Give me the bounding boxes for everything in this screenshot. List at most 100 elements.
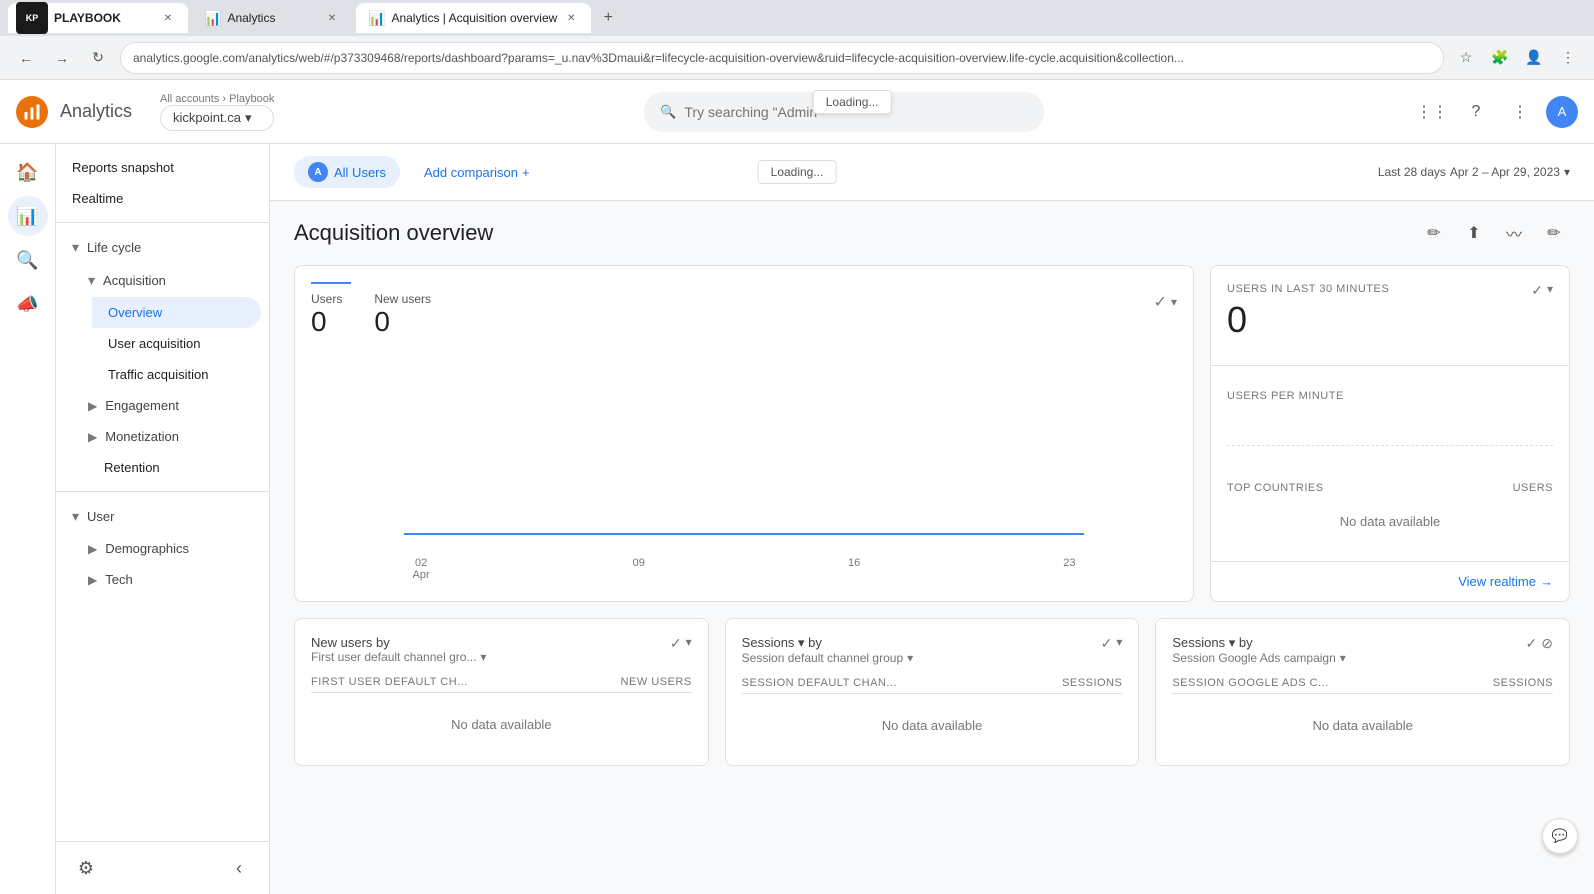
date-range[interactable]: Last 28 days Apr 2 – Apr 29, 2023 ▾ xyxy=(1378,165,1570,179)
bottom-card-2-table-header: SESSION DEFAULT CHAN... SESSIONS xyxy=(742,673,1123,694)
page-actions: ✏ ⬆ 〰 ✏ xyxy=(1418,217,1570,249)
bottom-card-3-subtitle[interactable]: Session Google Ads campaign ▾ xyxy=(1172,651,1345,665)
edit-icon[interactable]: ✏ xyxy=(1418,217,1450,249)
kickpoint-tab-close[interactable]: ✕ xyxy=(160,10,176,26)
engagement-section: ▶ Engagement xyxy=(56,390,269,421)
user-acquisition-label: User acquisition xyxy=(108,336,201,351)
bc3-col2-label: SESSIONS xyxy=(1493,677,1553,689)
more-options-icon[interactable]: ⋮ xyxy=(1502,94,1538,130)
browser-chrome: KP PLAYBOOK ✕ 📊 Analytics ✕ 📊 Analytics … xyxy=(0,0,1594,36)
view-realtime-label: View realtime xyxy=(1458,574,1536,589)
profile-icon[interactable]: 👤 xyxy=(1520,44,1548,72)
add-comparison-button[interactable]: Add comparison + xyxy=(412,159,542,186)
metric-new-users-value: 0 xyxy=(374,306,431,338)
analytics1-tab-close[interactable]: ✕ xyxy=(324,10,340,26)
bottom-card-sessions: Sessions ▾ by Session default channel gr… xyxy=(725,618,1140,766)
pencil-icon[interactable]: ✏ xyxy=(1538,217,1570,249)
acquisition-label: Acquisition xyxy=(103,273,166,288)
bc2-no-data: No data available xyxy=(742,702,1123,749)
lifecycle-section-header[interactable]: ▾ Life cycle xyxy=(56,231,269,264)
dropdown-icon[interactable]: ▾ xyxy=(1171,295,1177,309)
extensions-icon[interactable]: 🧩 xyxy=(1486,44,1514,72)
view-realtime-link[interactable]: View realtime → xyxy=(1211,561,1569,601)
bottom-card-1-subtitle[interactable]: First user default channel gro... ▾ xyxy=(311,650,486,664)
bc3-filter-icon[interactable]: ⊘ xyxy=(1541,635,1553,652)
share-icon[interactable]: ⬆ xyxy=(1458,217,1490,249)
bottom-card-google-ads: Sessions ▾ by Session Google Ads campaig… xyxy=(1155,618,1570,766)
sidebar-item-overview[interactable]: Overview xyxy=(92,297,261,328)
tab-kickpoint[interactable]: KP PLAYBOOK ✕ xyxy=(8,3,188,33)
bottom-card-1-header: New users by First user default channel … xyxy=(311,635,692,664)
lifecycle-collapse-icon: ▾ xyxy=(72,239,79,256)
reports-snapshot-label: Reports snapshot xyxy=(72,160,174,175)
settings-button[interactable]: ⚙ xyxy=(68,850,104,886)
user-section-header[interactable]: ▾ User xyxy=(56,500,269,533)
sidebar-item-retention[interactable]: Retention xyxy=(88,452,261,483)
chart-labels: 02 Apr 09 16 23 xyxy=(303,557,1185,581)
date-prefix: Last 28 days xyxy=(1378,165,1446,179)
bc1-dropdown-icon[interactable]: ▾ xyxy=(686,635,692,652)
home-nav-icon[interactable]: 🏠 xyxy=(8,152,48,192)
acquisition-header[interactable]: ▾ Acquisition xyxy=(72,264,269,297)
sidebar-item-traffic-acquisition[interactable]: Traffic acquisition xyxy=(92,359,261,390)
collapse-sidebar-button[interactable]: ‹ xyxy=(221,850,257,886)
account-chevron: ▾ xyxy=(245,110,252,126)
app-header: Analytics All accounts › Playbook kickpo… xyxy=(0,80,1594,144)
main-layout: 🏠 📊 🔍 📣 Reports snapshot Realtime ▾ Life… xyxy=(0,144,1594,894)
advertising-nav-icon[interactable]: 📣 xyxy=(8,284,48,324)
sidebar-item-user-acquisition[interactable]: User acquisition xyxy=(92,328,261,359)
traffic-acquisition-label: Traffic acquisition xyxy=(108,367,208,382)
chat-bubble[interactable]: 💬 xyxy=(1542,818,1578,854)
side-card-divider xyxy=(1211,365,1569,366)
bottom-card-3-dropdown[interactable]: ▾ xyxy=(1340,651,1346,665)
sidebar-divider-1 xyxy=(56,222,269,223)
side-dropdown-icon[interactable]: ▾ xyxy=(1547,282,1553,299)
engagement-header[interactable]: ▶ Engagement xyxy=(72,390,269,421)
sidebar-item-realtime[interactable]: Realtime xyxy=(56,183,261,214)
address-bar[interactable]: analytics.google.com/analytics/web/#/p37… xyxy=(120,42,1444,74)
all-users-label: All Users xyxy=(334,165,386,180)
bc2-dropdown-icon[interactable]: ▾ xyxy=(1116,635,1122,652)
bottom-card-2-header: Sessions ▾ by Session default channel gr… xyxy=(742,635,1123,665)
account-selector[interactable]: kickpoint.ca ▾ xyxy=(160,105,274,131)
bottom-card-1-dropdown[interactable]: ▾ xyxy=(480,650,486,664)
bottom-card-new-users: New users by First user default channel … xyxy=(294,618,709,766)
tab-analytics1[interactable]: 📊 Analytics ✕ xyxy=(192,3,352,33)
back-button[interactable]: ← xyxy=(12,44,40,72)
grid-icon[interactable]: ⋮⋮ xyxy=(1414,94,1450,130)
all-users-chip[interactable]: A All Users xyxy=(294,156,400,188)
new-tab-button[interactable]: + xyxy=(595,5,621,31)
bc3-no-data: No data available xyxy=(1172,702,1553,749)
app-container: Analytics All accounts › Playbook kickpo… xyxy=(0,80,1594,894)
bottom-card-2-subtitle[interactable]: Session default channel group ▾ xyxy=(742,651,913,665)
bookmark-icon[interactable]: ☆ xyxy=(1452,44,1480,72)
help-icon[interactable]: ? xyxy=(1458,94,1494,130)
reload-button[interactable]: ↻ xyxy=(84,44,112,72)
metric-new-users: New users 0 xyxy=(374,292,431,338)
tab-analytics2[interactable]: 📊 Analytics | Acquisition overview ✕ xyxy=(356,3,591,33)
forward-button[interactable]: → xyxy=(48,44,76,72)
tab-indicator xyxy=(311,282,351,284)
explore-nav-icon[interactable]: 🔍 xyxy=(8,240,48,280)
bottom-card-3-subtitle-text: Session Google Ads campaign xyxy=(1172,651,1335,665)
monetization-header[interactable]: ▶ Monetization xyxy=(72,421,269,452)
all-users-icon: A xyxy=(308,162,328,182)
mini-chart xyxy=(1227,406,1553,446)
sidebar-item-reports-snapshot[interactable]: Reports snapshot xyxy=(56,152,261,183)
sidebar-content: Reports snapshot Realtime ▾ Life cycle ▾… xyxy=(56,144,269,841)
metric-new-users-label: New users xyxy=(374,292,431,306)
bottom-card-2-dropdown[interactable]: ▾ xyxy=(907,651,913,665)
lifecycle-label: Life cycle xyxy=(87,240,141,255)
top-countries-label: TOP COUNTRIES xyxy=(1227,482,1324,494)
analytics2-tab-close[interactable]: ✕ xyxy=(563,10,579,26)
bottom-card-2-controls: ✓ ▾ xyxy=(1101,635,1123,652)
reports-nav-icon[interactable]: 📊 xyxy=(8,196,48,236)
trending-icon[interactable]: 〰 xyxy=(1498,217,1530,249)
more-icon[interactable]: ⋮ xyxy=(1554,44,1582,72)
tech-header[interactable]: ▶ Tech xyxy=(72,564,269,595)
page-title: Acquisition overview xyxy=(294,220,493,246)
card-controls: ✓ ▾ xyxy=(1154,292,1177,312)
side-card: USERS IN LAST 30 MINUTES ✓ ▾ 0 USERS PER… xyxy=(1210,265,1570,602)
demographics-header[interactable]: ▶ Demographics xyxy=(72,533,269,564)
user-avatar[interactable]: A xyxy=(1546,96,1578,128)
